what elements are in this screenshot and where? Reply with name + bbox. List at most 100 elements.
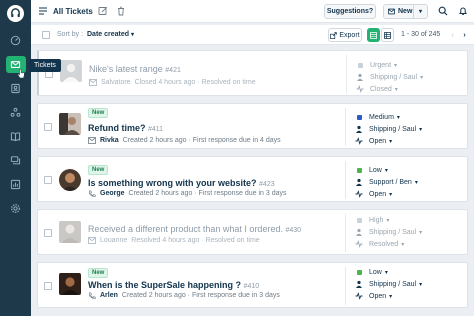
app-logo[interactable] <box>7 5 24 22</box>
ticket-card[interactable]: Received a different product than what I… <box>37 209 468 255</box>
email-source-icon <box>89 79 97 86</box>
group-agent-dropdown[interactable]: Shipping / Saul ▾ <box>355 280 422 288</box>
ticket-checkbox[interactable] <box>44 282 52 290</box>
ticket-title: Nike's latest range <box>89 64 163 74</box>
ticket-title: Refund time? <box>88 123 146 133</box>
next-page-button[interactable]: › <box>459 28 470 42</box>
agent-icon <box>356 280 362 288</box>
select-all-checkbox[interactable] <box>42 31 50 39</box>
priority-dropdown[interactable]: Urgent ▾ <box>356 61 397 69</box>
prev-page-button[interactable]: ‹ <box>447 28 458 42</box>
new-button-label: New <box>398 8 413 15</box>
hand-cursor-icon <box>17 69 25 79</box>
ticket-card[interactable]: New When is the SuperSale happening ? #4… <box>37 262 468 308</box>
sort-by-dropdown[interactable]: Date created ▾ <box>87 31 134 38</box>
table-view-toggle[interactable] <box>381 28 394 42</box>
phone-source-icon <box>88 292 96 299</box>
sidebar-item-solutions[interactable] <box>0 125 31 147</box>
chevron-down-icon: ▾ <box>420 74 424 81</box>
suggestions-button[interactable]: Suggestions? <box>324 4 376 19</box>
ticket-card[interactable]: New Is something wrong with your website… <box>37 156 468 202</box>
ticket-checkbox[interactable] <box>44 229 52 237</box>
ticket-checkbox[interactable] <box>44 123 52 131</box>
ticket-card[interactable]: Nike's latest range #421 Salvatore Close… <box>37 50 468 96</box>
chevron-down-icon: ▾ <box>401 241 405 248</box>
sidebar-item-tickets[interactable] <box>0 53 31 75</box>
divider <box>345 108 346 146</box>
new-dropdown-button[interactable]: ▾ <box>414 4 428 19</box>
group-value: Shipping / Saul <box>369 280 417 288</box>
ticket-subject[interactable]: When is the SuperSale happening ? #410 <box>88 280 259 290</box>
sort-by-value: Date created <box>87 31 130 38</box>
requester-name[interactable]: Arlen <box>100 292 118 299</box>
search-icon[interactable] <box>438 6 448 16</box>
chevron-down-icon: ▾ <box>389 191 393 198</box>
status-dropdown[interactable]: Resolved ▾ <box>355 240 404 248</box>
ticket-card[interactable]: New Refund time? #411 Rivka Created 2 ho… <box>37 103 468 149</box>
priority-dropdown[interactable]: Low ▾ <box>355 268 388 276</box>
sidebar-item-admin[interactable] <box>0 197 31 219</box>
status-dropdown[interactable]: Open ▾ <box>355 137 392 145</box>
sidebar-item-groups[interactable] <box>0 101 31 123</box>
ticket-subject[interactable]: Nike's latest range #421 <box>89 64 181 74</box>
avatar <box>60 60 82 82</box>
ticket-title: When is the SuperSale happening ? <box>88 280 242 290</box>
divider <box>345 214 346 252</box>
new-ticket-icon <box>388 8 395 15</box>
status-value: Resolved <box>369 240 399 248</box>
priority-indicator <box>356 114 362 120</box>
avatar <box>59 113 81 135</box>
ticket-status-text: Closed 4 hours ago · Resolved on time <box>134 79 256 86</box>
priority-dropdown[interactable]: High ▾ <box>355 216 389 224</box>
sidebar-item-forums[interactable] <box>0 149 31 171</box>
group-value: Shipping / Saul <box>369 228 417 236</box>
edit-icon[interactable] <box>98 6 108 16</box>
ticket-subject[interactable]: Is something wrong with your website? #4… <box>88 178 275 188</box>
ticket-subject[interactable]: Received a different product than what I… <box>88 224 301 234</box>
group-agent-dropdown[interactable]: Support / Ben ▾ <box>355 178 418 186</box>
divider <box>345 267 346 305</box>
ticket-checkbox[interactable] <box>44 176 52 184</box>
view-menu-icon[interactable] <box>39 7 47 15</box>
group-agent-dropdown[interactable]: Shipping / Saul ▾ <box>355 228 422 236</box>
group-agent-dropdown[interactable]: Shipping / Saul ▾ <box>355 125 422 133</box>
chevron-left-icon: ‹ <box>451 31 454 39</box>
card-view-icon <box>370 31 377 39</box>
group-agent-dropdown[interactable]: Shipping / Saul ▾ <box>356 73 423 81</box>
reports-icon <box>10 179 21 189</box>
new-button[interactable]: New <box>383 4 414 19</box>
priority-indicator <box>356 269 362 275</box>
card-view-toggle[interactable] <box>367 28 380 42</box>
priority-dropdown[interactable]: Medium ▾ <box>355 113 400 121</box>
trash-icon[interactable] <box>116 6 126 16</box>
status-dropdown[interactable]: Open ▾ <box>355 190 392 198</box>
status-dropdown[interactable]: Closed ▾ <box>356 85 398 93</box>
ticket-subject[interactable]: Refund time? #411 <box>88 123 163 133</box>
ticket-number: #421 <box>165 67 181 74</box>
export-button[interactable]: Export <box>328 28 362 42</box>
chevron-down-icon: ▾ <box>130 32 134 38</box>
requester-name[interactable]: Rivka <box>100 137 119 144</box>
ticket-meta: Arlen Created 2 hours ago · First respon… <box>88 292 280 299</box>
requester-name[interactable]: George <box>100 190 125 197</box>
email-source-icon <box>88 137 96 144</box>
notifications-bell-icon[interactable] <box>458 6 468 16</box>
status-value: Open <box>369 292 387 300</box>
page-title: All Tickets <box>53 7 93 16</box>
requester-name[interactable]: Louanne <box>100 237 127 244</box>
ticket-status-text: Created 2 hours ago · First response due… <box>122 137 281 144</box>
sidebar-item-dashboard[interactable] <box>0 29 31 51</box>
sidebar-item-contacts[interactable] <box>0 77 31 99</box>
priority-dropdown[interactable]: Low ▾ <box>355 166 388 174</box>
table-view-icon <box>384 31 391 39</box>
groups-icon <box>10 107 21 117</box>
priority-indicator <box>357 62 363 68</box>
sort-by-label: Sort by : <box>57 31 84 38</box>
sidebar-item-reports[interactable] <box>0 173 31 195</box>
status-dropdown[interactable]: Open ▾ <box>355 292 392 300</box>
requester-name[interactable]: Salvatore <box>101 79 131 86</box>
priority-value: Urgent <box>370 61 392 69</box>
group-value: Shipping / Saul <box>369 125 417 133</box>
status-value: Closed <box>370 85 392 93</box>
chevron-down-icon: ▾ <box>419 281 423 288</box>
